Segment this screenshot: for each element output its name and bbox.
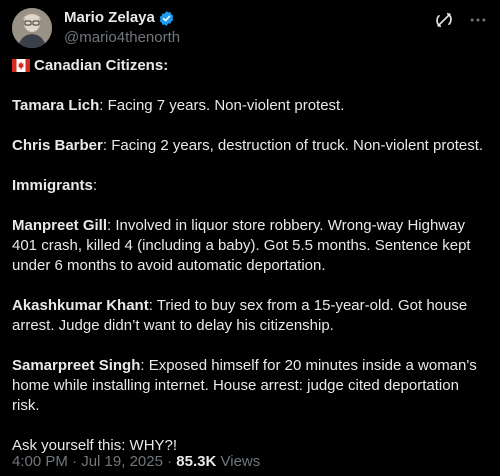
- post-time: 4:00 PM: [12, 453, 68, 470]
- canada-flag-icon: [12, 58, 30, 72]
- heading-citizens: Canadian Citizens:: [12, 56, 490, 76]
- meta-separator: ·: [72, 453, 78, 470]
- list-item: Tamara Lich: Facing 7 years. Non-violent…: [12, 96, 490, 116]
- section-label: Immigrants: [12, 177, 93, 194]
- item-text: : Facing 7 years. Non-violent protest.: [99, 97, 345, 114]
- section-colon: :: [92, 177, 98, 194]
- tweet: Mario Zelaya @mario4thenorth Canadian Ci…: [0, 0, 500, 475]
- tweet-header: Mario Zelaya @mario4thenorth: [12, 8, 488, 48]
- handle[interactable]: @mario4thenorth: [64, 28, 180, 48]
- header-actions: [434, 10, 488, 30]
- person-name: Chris Barber: [12, 137, 103, 154]
- grok-icon[interactable]: [434, 10, 454, 30]
- meta-separator-2: ·: [167, 453, 173, 470]
- display-name[interactable]: Mario Zelaya: [64, 8, 155, 28]
- tweet-body: Canadian Citizens: Tamara Lich: Facing 7…: [12, 56, 490, 476]
- list-item: Manpreet Gill: Involved in liquor store …: [12, 216, 490, 276]
- tweet-meta: 4:00 PM · Jul 19, 2025 · 85.3K Views: [12, 452, 260, 472]
- person-name: Akashkumar Khant: [12, 297, 149, 314]
- person-name: Manpreet Gill: [12, 217, 108, 234]
- item-text: : Facing 2 years, destruction of truck. …: [102, 137, 484, 154]
- more-icon[interactable]: [468, 10, 488, 30]
- post-date: Jul 19, 2025: [81, 453, 163, 470]
- heading-label: Canadian Citizens:: [34, 57, 169, 74]
- verified-badge-icon[interactable]: [158, 10, 175, 27]
- avatar[interactable]: [12, 8, 52, 48]
- list-item: Chris Barber: Facing 2 years, destructio…: [12, 136, 490, 156]
- views-label: Views: [220, 453, 261, 470]
- list-item: Samarpreet Singh: Exposed himself for 20…: [12, 356, 490, 416]
- heading-immigrants: Immigrants:: [12, 176, 490, 196]
- timestamp-link[interactable]: 4:00 PM · Jul 19, 2025: [12, 453, 163, 470]
- list-item: Akashkumar Khant: Tried to buy sex from …: [12, 296, 490, 336]
- views-count[interactable]: 85.3K: [176, 453, 216, 470]
- person-name: Tamara Lich: [12, 97, 100, 114]
- person-name: Samarpreet Singh: [12, 357, 141, 374]
- author-info: Mario Zelaya @mario4thenorth: [64, 8, 180, 48]
